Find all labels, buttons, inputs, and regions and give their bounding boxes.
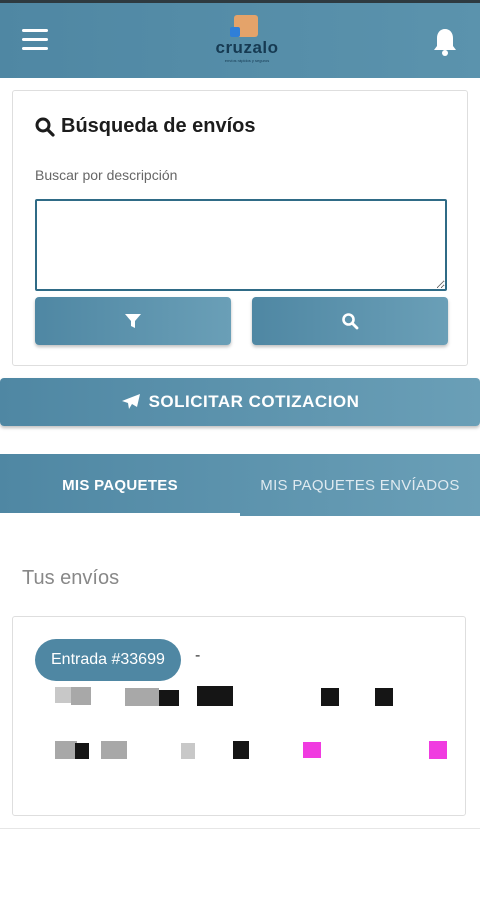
paper-plane-icon	[121, 394, 140, 409]
entry-badge[interactable]: Entrada #33699	[35, 639, 181, 681]
app-header: cruzalo envíos rápidos y seguros	[0, 0, 480, 78]
request-quote-label: SOLICITAR COTIZACION	[148, 392, 360, 411]
logo-box-icon	[230, 15, 258, 37]
tab-my-packages[interactable]: MIS PAQUETES	[0, 454, 240, 516]
search-button[interactable]	[252, 297, 448, 345]
redacted-block	[375, 688, 393, 706]
redacted-block	[101, 741, 127, 759]
redacted-block	[429, 741, 447, 759]
request-quote-button[interactable]: SOLICITAR COTIZACION	[0, 378, 480, 426]
shipment-card[interactable]: Entrada #33699 -	[12, 616, 466, 816]
search-card: Búsqueda de envíos Buscar por descripció…	[12, 90, 468, 366]
redacted-block	[125, 688, 159, 706]
search-label: Buscar por descripción	[35, 167, 178, 183]
redacted-block	[197, 686, 233, 706]
redacted-block	[303, 742, 321, 758]
section-title: Tus envíos	[22, 567, 120, 589]
redacted-block	[55, 741, 77, 759]
entry-separator: -	[195, 647, 201, 664]
packages-panel: Tus envíos Entrada #33699 -	[0, 516, 480, 829]
logo-text: cruzalo	[215, 38, 279, 57]
redacted-block	[71, 687, 91, 705]
search-title-text: Búsqueda de envíos	[61, 115, 256, 137]
magnifier-icon	[35, 117, 55, 137]
search-title: Búsqueda de envíos	[35, 115, 256, 138]
filter-icon	[125, 314, 141, 328]
tab-sent-packages[interactable]: MIS PAQUETES ENVÍADOS	[240, 454, 480, 516]
redacted-block	[75, 743, 89, 759]
hamburger-menu-icon[interactable]	[22, 29, 48, 50]
logo-tagline: envíos rápidos y seguros	[224, 58, 270, 63]
package-tabs: MIS PAQUETES MIS PAQUETES ENVÍADOS	[0, 454, 480, 516]
redacted-block	[321, 688, 339, 706]
redacted-block	[233, 741, 249, 759]
filter-button[interactable]	[35, 297, 231, 345]
search-icon	[342, 313, 359, 330]
redacted-block	[181, 743, 195, 759]
search-input[interactable]	[35, 199, 447, 291]
redacted-block	[159, 690, 179, 706]
bell-icon[interactable]	[432, 27, 458, 57]
app-logo[interactable]: cruzalo envíos rápidos y seguros	[206, 13, 288, 67]
